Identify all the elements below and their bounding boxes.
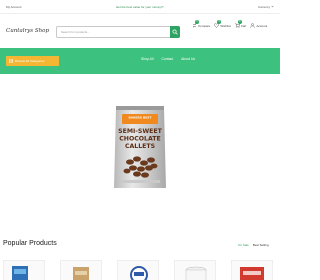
currency-label: Currency: [257, 4, 270, 9]
top-bar: My Account Get the best value for your m…: [0, 0, 280, 14]
compare-label: Compare: [198, 23, 211, 28]
nav-link-about-us[interactable]: About Us: [181, 57, 195, 61]
my-account-link[interactable]: My Account: [6, 5, 22, 9]
browse-categories-button[interactable]: Browse All Categories: [6, 56, 59, 66]
nav-link-shop-all[interactable]: Shop All: [141, 57, 153, 61]
account-button[interactable]: Account: [250, 23, 267, 28]
search-icon: [172, 29, 178, 35]
cart-button[interactable]: 0 Cart: [234, 20, 247, 28]
product-card[interactable]: [60, 260, 102, 280]
product-card[interactable]: [3, 260, 45, 280]
product-brand: BAKERS BEST: [128, 116, 152, 120]
product-thumbnail: [73, 267, 89, 280]
section-title-popular: Popular Products: [3, 240, 57, 247]
product-name-line3: CALLETS: [125, 143, 155, 150]
promo-message: Get the best value for your money!!!: [115, 4, 164, 9]
product-grid: [0, 258, 280, 280]
product-thumbnail: [130, 266, 148, 280]
main-nav: Browse All Categories Shop All Contact A…: [0, 48, 280, 74]
product-name-line1: SEMI-SWEET: [118, 128, 162, 135]
product-card[interactable]: [117, 260, 159, 280]
product-name-line2: CHOCOLATE: [119, 136, 160, 143]
search-input[interactable]: Search for products...: [57, 30, 170, 34]
header-actions: 0 Compare 0 Wishlist 0 Cart Account: [192, 20, 267, 28]
hero-banner: BAKERS BEST SEMI-SWEET CHOCOLATE CALLETS: [0, 74, 280, 230]
product-thumbnail: [240, 267, 264, 280]
product-card[interactable]: [174, 260, 216, 280]
wishlist-button[interactable]: 0 Wishlist: [214, 20, 231, 28]
search-button[interactable]: [170, 26, 180, 38]
popular-tabs: On Sale Best Selling: [238, 243, 269, 247]
user-icon: [250, 23, 255, 28]
account-label: Account: [256, 23, 268, 28]
cart-count-badge: 0: [237, 20, 242, 24]
wishlist-label: Wishlist: [220, 23, 231, 28]
nav-link-contact[interactable]: Contact: [161, 57, 173, 61]
product-image[interactable]: BAKERS BEST SEMI-SWEET CHOCOLATE CALLETS: [110, 102, 170, 194]
nav-links: Shop All Contact About Us: [141, 57, 195, 61]
chevron-down-icon: [271, 5, 274, 8]
product-card[interactable]: [231, 260, 273, 280]
compare-button[interactable]: 0 Compare: [192, 20, 211, 28]
search-bar[interactable]: Search for products...: [56, 26, 180, 38]
product-thumbnail: [12, 266, 28, 280]
compare-count-badge: 0: [195, 20, 199, 24]
cart-label: Cart: [240, 23, 247, 28]
menu-icon: [9, 59, 13, 63]
site-logo[interactable]: Cuntalrys Shop: [6, 28, 54, 34]
header: Cuntalrys Shop Search for products... 0 …: [0, 14, 280, 48]
tab-best-selling[interactable]: Best Selling: [253, 243, 269, 247]
product-thumbnail: [185, 266, 207, 280]
browse-categories-label: Browse All Categories: [15, 59, 45, 63]
tab-on-sale[interactable]: On Sale: [238, 243, 249, 247]
currency-selector[interactable]: Currency: [258, 5, 274, 9]
